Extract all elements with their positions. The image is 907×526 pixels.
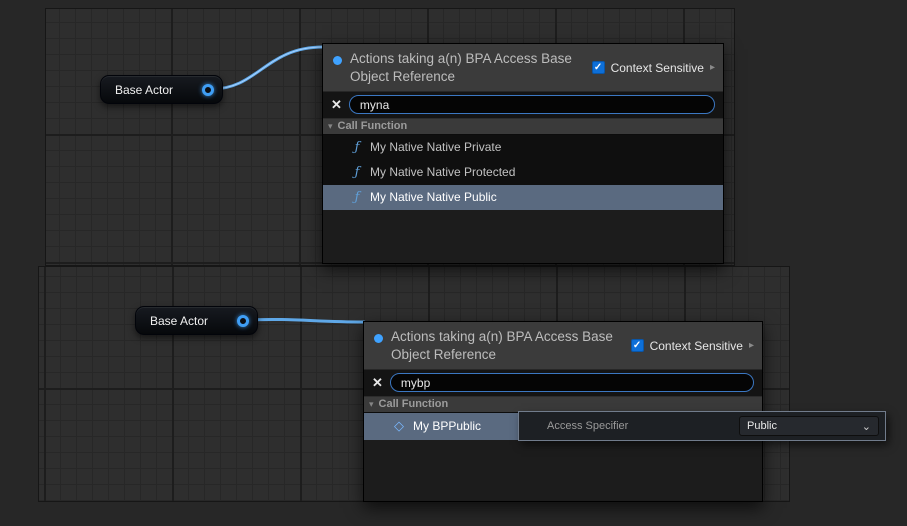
access-specifier-dropdown[interactable]: Public ⌄	[739, 416, 879, 436]
menu-header: Actions taking a(n) BPA Access Base Obje…	[364, 322, 762, 370]
blueprint-editor-canvas: Base Actor Base Actor Actions taking a(n…	[0, 0, 907, 526]
object-output-pin[interactable]	[237, 315, 249, 327]
menu-item-my-native-native-public[interactable]: ƒ My Native Native Public	[323, 185, 723, 210]
category-label: Call Function	[379, 398, 449, 410]
clear-search-icon[interactable]: ✕	[372, 376, 383, 389]
clear-search-icon[interactable]: ✕	[331, 98, 342, 111]
menu-item-label: My BPPublic	[413, 419, 481, 433]
menu-item-label: My Native Native Protected	[370, 165, 515, 179]
category-header-call-function[interactable]: ▾ Call Function	[323, 118, 723, 135]
object-output-pin[interactable]	[202, 84, 214, 96]
context-sensitive-label: Context Sensitive	[650, 339, 743, 353]
search-bar: ✕	[364, 370, 762, 396]
access-specifier-label: Access Specifier	[519, 420, 628, 432]
submenu-arrow-icon[interactable]: ▸	[749, 340, 754, 351]
access-specifier-tooltip: Access Specifier Public ⌄	[518, 411, 886, 441]
function-icon: ƒ	[351, 165, 363, 180]
node-title: Base Actor	[150, 314, 208, 328]
context-sensitive-group: ✓ Context Sensitive ▸	[631, 339, 754, 353]
chevron-down-icon: ⌄	[862, 420, 871, 433]
context-sensitive-label: Context Sensitive	[611, 61, 704, 75]
menu-title: Actions taking a(n) BPA Access Base Obje…	[350, 50, 588, 86]
context-menu-native-actions: Actions taking a(n) BPA Access Base Obje…	[322, 43, 724, 264]
blueprint-function-icon: ◇	[392, 418, 406, 434]
collapse-triangle-icon[interactable]: ▾	[328, 121, 333, 132]
menu-item-label: My Native Native Private	[370, 140, 501, 154]
function-icon: ƒ	[351, 190, 363, 205]
context-sensitive-group: ✓ Context Sensitive ▸	[592, 61, 715, 75]
base-actor-node-top[interactable]: Base Actor	[100, 75, 223, 104]
menu-title: Actions taking a(n) BPA Access Base Obje…	[391, 328, 629, 364]
object-reference-icon	[333, 56, 342, 65]
node-title: Base Actor	[115, 83, 173, 97]
menu-item-label: My Native Native Public	[370, 190, 497, 204]
object-reference-icon	[374, 334, 383, 343]
dropdown-value: Public	[747, 420, 777, 432]
context-menu-blueprint-actions: Actions taking a(n) BPA Access Base Obje…	[363, 321, 763, 502]
menu-item-my-native-native-private[interactable]: ƒ My Native Native Private	[323, 135, 723, 160]
menu-empty-area	[364, 440, 762, 501]
search-input[interactable]	[390, 373, 754, 392]
function-icon: ƒ	[351, 140, 363, 155]
category-label: Call Function	[338, 120, 408, 132]
menu-empty-area	[323, 210, 723, 263]
context-sensitive-checkbox[interactable]: ✓	[631, 339, 644, 352]
base-actor-node-bottom[interactable]: Base Actor	[135, 306, 258, 335]
submenu-arrow-icon[interactable]: ▸	[710, 62, 715, 73]
search-input[interactable]	[349, 95, 715, 114]
menu-header: Actions taking a(n) BPA Access Base Obje…	[323, 44, 723, 92]
context-sensitive-checkbox[interactable]: ✓	[592, 61, 605, 74]
menu-item-my-native-native-protected[interactable]: ƒ My Native Native Protected	[323, 160, 723, 185]
collapse-triangle-icon[interactable]: ▾	[369, 399, 374, 410]
search-bar: ✕	[323, 92, 723, 118]
